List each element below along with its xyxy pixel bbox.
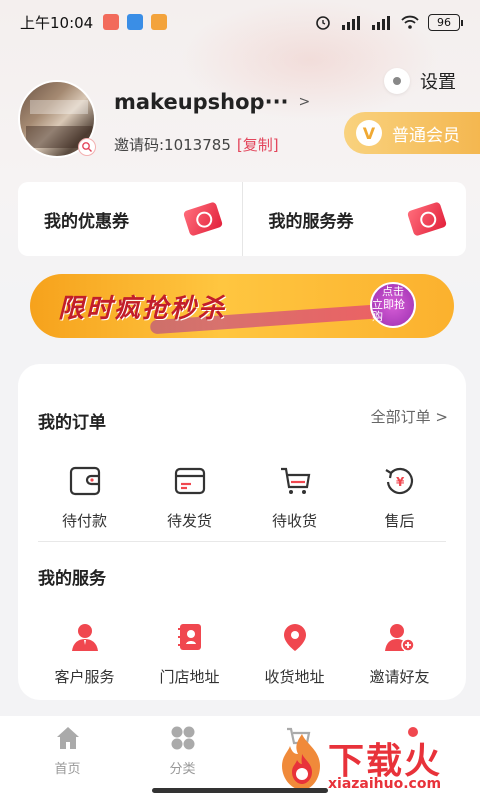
- invite-friend-label: 邀请好友: [369, 668, 430, 686]
- notification-app-icon: [127, 14, 144, 30]
- customer-service-icon: [66, 618, 104, 656]
- copy-invite-code-button[interactable]: [复制]: [237, 136, 279, 154]
- avatar-edit-badge-icon[interactable]: [78, 138, 96, 156]
- member-level-label: 普通会员: [392, 125, 460, 146]
- flame-icon: [282, 734, 320, 790]
- wallet-icon: [66, 462, 104, 500]
- my-service-tickets-button[interactable]: 我的服务券: [243, 182, 467, 256]
- notification-app-icon: [151, 14, 168, 30]
- member-level-badge[interactable]: V 普通会员: [344, 112, 480, 154]
- settings-icon: [384, 68, 410, 94]
- all-orders-link[interactable]: 全部订单 >: [371, 406, 448, 427]
- battery-icon: 96: [428, 13, 463, 31]
- pending-receipt-button[interactable]: 待收货: [250, 462, 340, 531]
- pending-payment-button[interactable]: 待付款: [40, 462, 130, 531]
- tab-category-label: 分类: [169, 762, 196, 777]
- chevron-right-icon: >: [298, 94, 311, 110]
- coupon-row: 我的优惠券 我的服务券: [18, 182, 466, 256]
- pending-shipment-button[interactable]: 待发货: [145, 462, 235, 531]
- home-icon: [54, 724, 82, 752]
- all-orders-label: 全部订单: [370, 408, 431, 426]
- status-indicators: 96: [314, 13, 463, 31]
- cart-icon: [276, 462, 314, 500]
- store-address-icon: [171, 618, 209, 656]
- store-address-label: 门店地址: [159, 668, 220, 686]
- customer-service-button[interactable]: 客户服务: [40, 618, 130, 687]
- notification-app-icon: [103, 14, 120, 30]
- signal-hd-icon: [342, 16, 360, 30]
- customer-service-label: 客户服务: [54, 668, 115, 686]
- svg-text:¥: ¥: [396, 475, 405, 489]
- signal-icon: [372, 16, 390, 30]
- vip-icon: V: [356, 120, 382, 146]
- tab-home[interactable]: 首页: [18, 716, 118, 800]
- battery-level: 96: [437, 15, 451, 29]
- chevron-right-icon: >: [435, 408, 448, 426]
- order-status-row: 待付款 待发货 待收货 ¥ 售后: [18, 462, 466, 531]
- status-bar: 上午10:04 96: [0, 0, 480, 44]
- watermark-url: xiazaihuo.com: [328, 776, 442, 792]
- after-sales-button[interactable]: ¥ 售后: [355, 462, 445, 531]
- divider: [38, 541, 446, 542]
- pending-payment-label: 待付款: [61, 512, 107, 530]
- wifi-icon: [401, 15, 419, 29]
- flash-sale-banner[interactable]: 限时疯抢秒杀 点击 立即抢购: [30, 274, 454, 338]
- location-icon: [276, 618, 314, 656]
- settings-label: 设置: [420, 72, 456, 93]
- services-row: 客户服务 门店地址 收货地址 邀请好友: [18, 618, 466, 687]
- banner-title: 限时疯抢秒杀: [58, 293, 227, 324]
- my-service-tickets-label: 我的服务券: [268, 211, 354, 232]
- my-coupons-button[interactable]: 我的优惠券: [18, 182, 242, 256]
- coupon-icon: [182, 201, 223, 237]
- tab-home-label: 首页: [54, 762, 81, 777]
- my-coupons-label: 我的优惠券: [44, 211, 129, 232]
- refund-icon: ¥: [381, 462, 419, 500]
- invite-friend-button[interactable]: 邀请好友: [355, 618, 445, 687]
- orders-services-card: 我的订单 全部订单 > 待付款 待发货 待收货 ¥ 售后 我的服务 客户服务 门…: [18, 364, 466, 700]
- username[interactable]: makeupshop··· >: [114, 90, 310, 114]
- pending-shipment-label: 待发货: [166, 512, 212, 530]
- card-icon: [171, 462, 209, 500]
- buy-now-button[interactable]: 点击 立即抢购: [370, 282, 416, 328]
- category-icon: [169, 724, 197, 752]
- store-address-button[interactable]: 门店地址: [145, 618, 235, 687]
- my-orders-title: 我的订单: [38, 413, 106, 433]
- settings-button[interactable]: 设置: [384, 64, 456, 98]
- alarm-icon: [316, 16, 330, 30]
- watermark-logo: 下载火 xiazaihuo.com: [276, 730, 472, 796]
- status-time: 上午10:04: [20, 13, 94, 32]
- service-ticket-icon: [406, 201, 448, 237]
- banner-button-line1: 点击: [382, 285, 404, 299]
- username-text: makeupshop···: [114, 90, 289, 114]
- invite-code-text: 邀请码:1013785: [114, 136, 231, 154]
- shipping-address-button[interactable]: 收货地址: [250, 618, 340, 687]
- banner-button-line2: 立即抢购: [372, 297, 405, 324]
- home-indicator[interactable]: [152, 788, 328, 793]
- invite-code: 邀请码:1013785 [复制]: [114, 134, 279, 155]
- pending-receipt-label: 待收货: [271, 512, 317, 530]
- after-sales-label: 售后: [384, 512, 415, 530]
- invite-friend-icon: [381, 618, 419, 656]
- my-services-title: 我的服务: [38, 569, 106, 589]
- shipping-address-label: 收货地址: [264, 668, 325, 686]
